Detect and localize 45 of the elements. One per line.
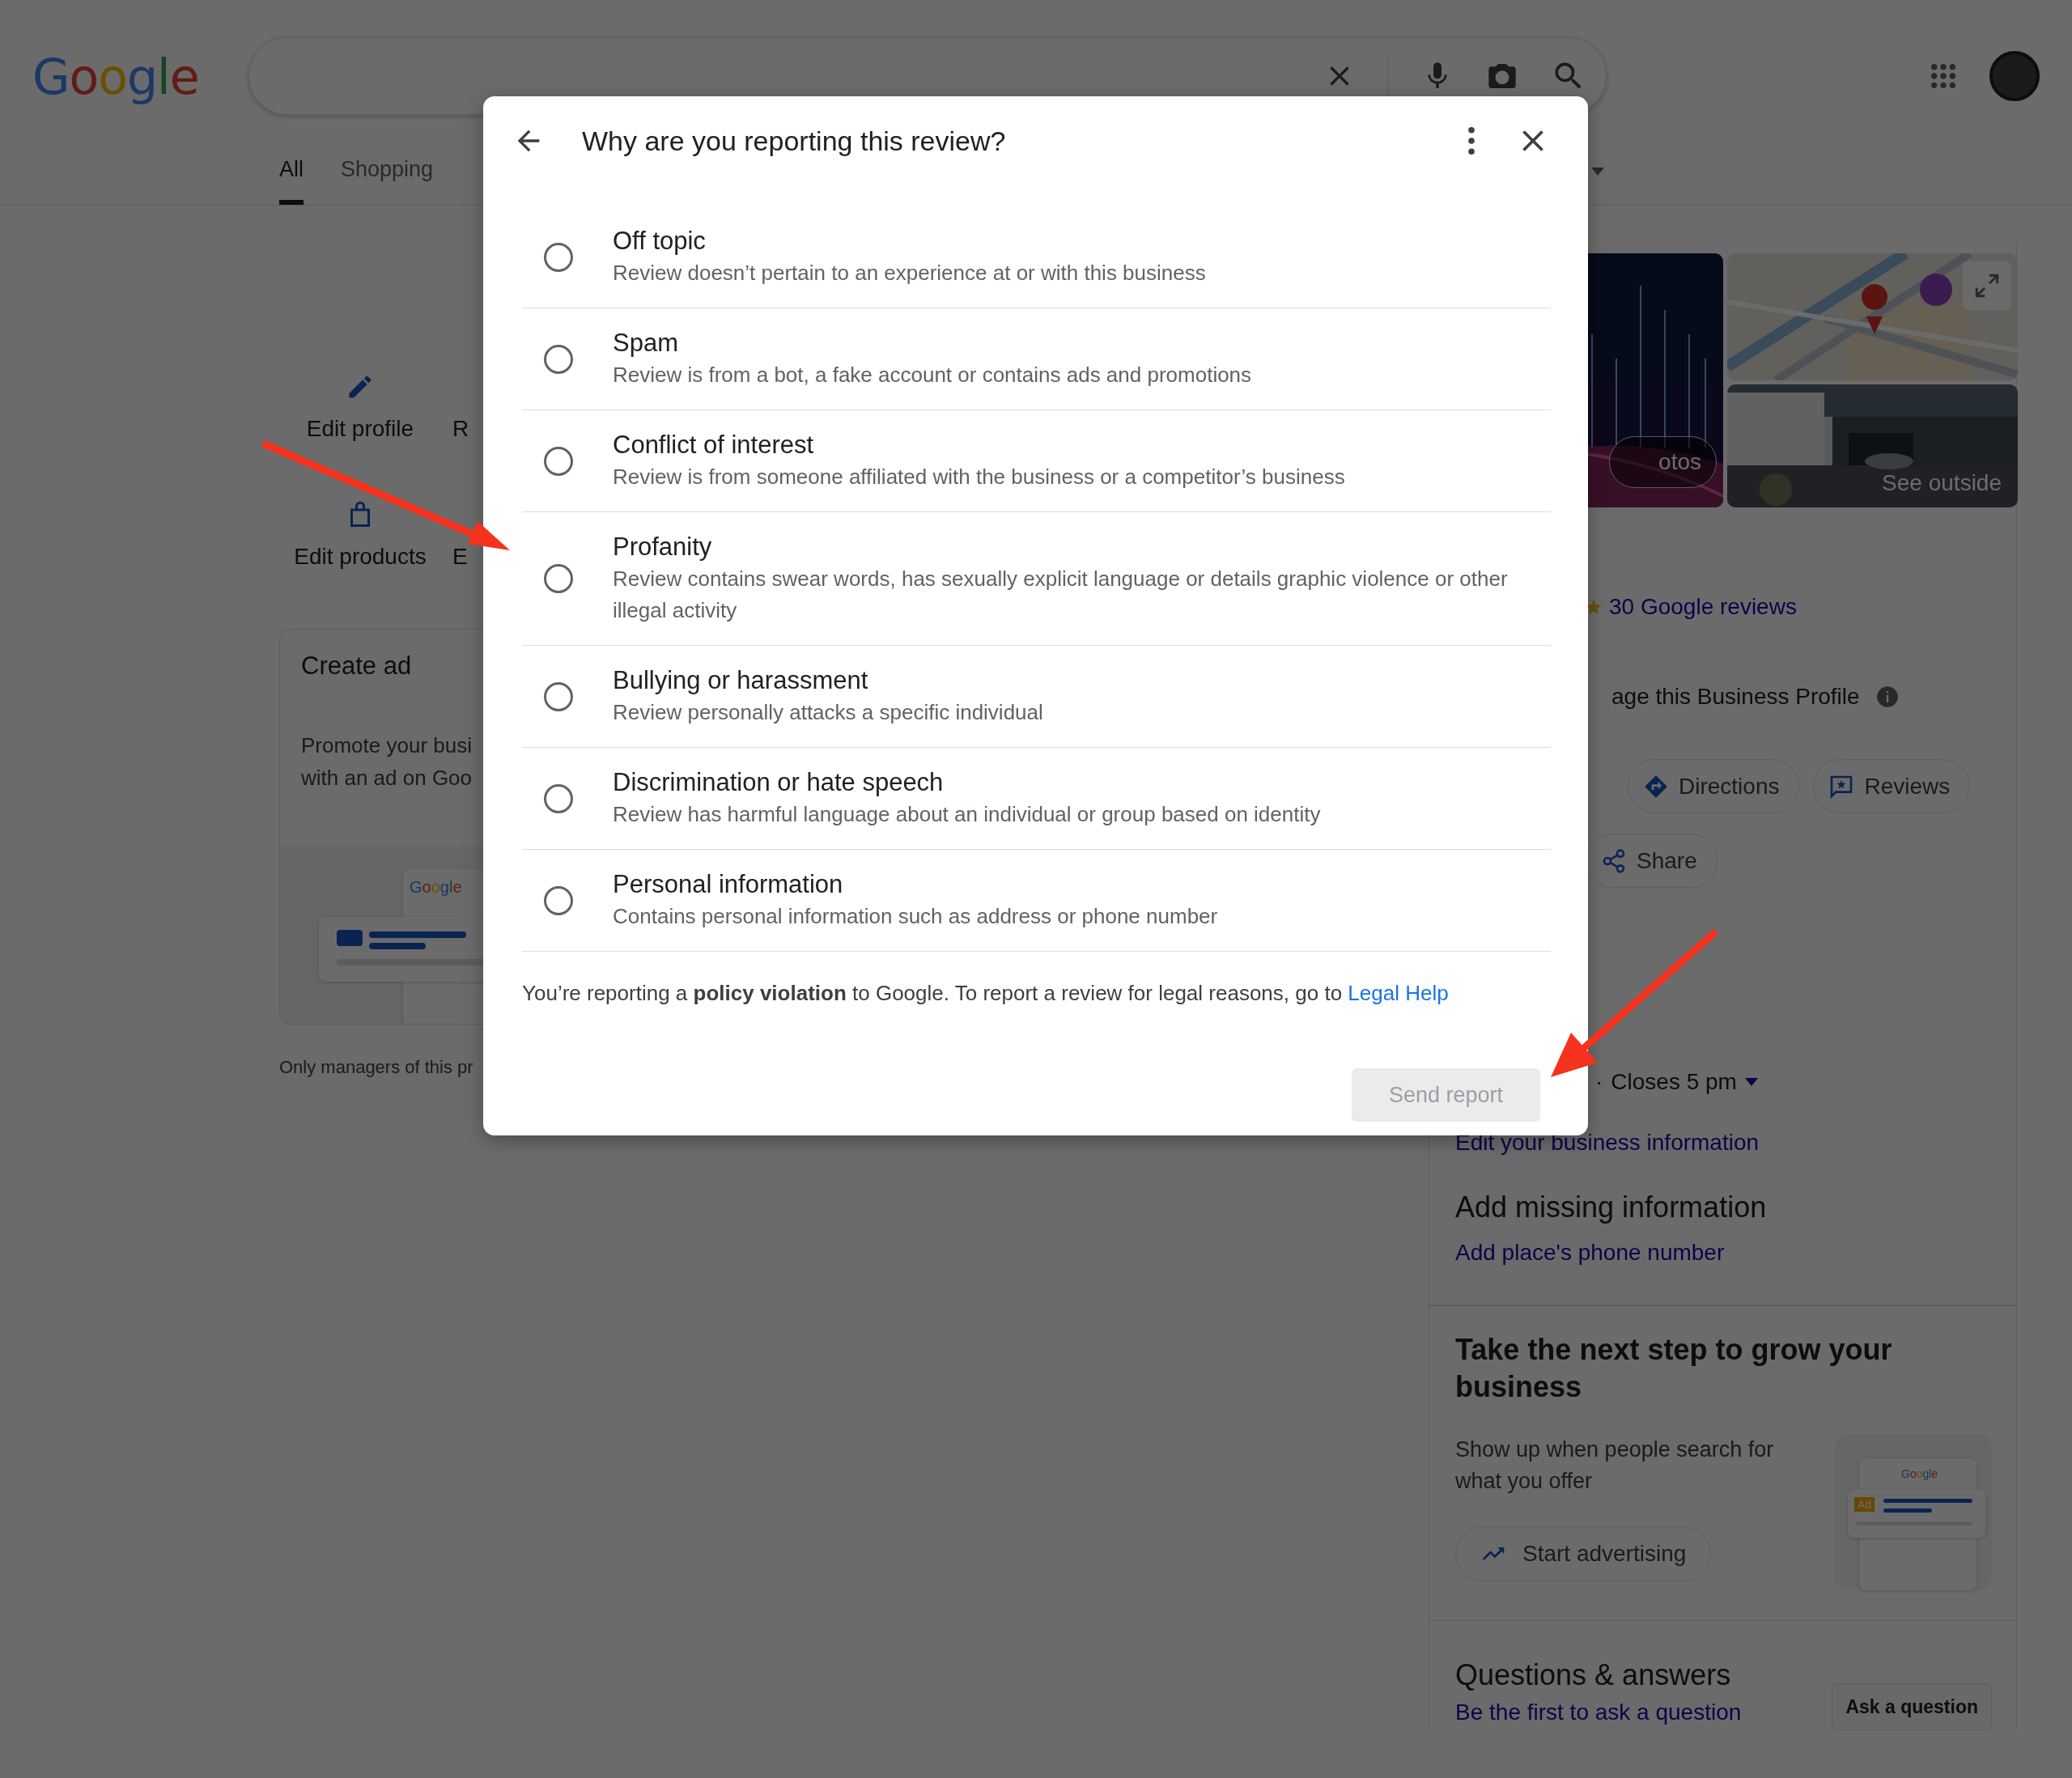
ask-first-link[interactable]: Be the first to ask a question [1455,1698,1742,1727]
option-description: Review personally attacks a specific individual [613,699,1043,726]
reviews-link[interactable]: 30 Google reviews [1609,592,1797,622]
legal-help-link[interactable]: Legal Help [1348,981,1449,1005]
option-title[interactable]: Personal information [613,868,1218,901]
manage-profile-text: age this Business Profile [1611,683,1860,711]
option-description: Contains personal information such as address or phone number [613,903,1218,930]
section-heading: Take the next step to grow your business [1455,1332,1892,1403]
option-title[interactable]: Off topic [613,225,1206,257]
separator-dot: · [1595,1068,1603,1096]
promo-text: Show up when people search for what you offer [1455,1436,1775,1495]
start-advertising-button[interactable]: Start advertising [1455,1526,1712,1581]
card-text: Promote your busi [301,732,472,759]
action-chip[interactable]: Directions [1628,759,1800,813]
action-label[interactable]: Edit profile [306,414,414,443]
option-title[interactable]: Spam [613,327,1252,359]
action-label[interactable]: R [452,414,469,443]
action-label[interactable]: E [452,542,468,571]
card-title: Create ad [301,651,412,681]
google-logo: Google [32,48,199,105]
section-heading: Add missing information [1455,1190,1767,1224]
option-title[interactable]: Profanity [613,531,1551,563]
option-description: Review is from someone affiliated with the business or a competitor’s business [613,464,1345,490]
policy-note: You’re reporting a policy violation to Google. To report a review for legal reasons, go to Legal Help [522,980,1450,1007]
managers-note: Only managers of this pr [279,1056,473,1079]
option-description: Review has harmful language about an individual or group based on identity [613,801,1321,828]
dialog-title: Why are you reporting this review? [582,125,1006,157]
preview-logo: Google [410,878,462,896]
option-description: Review doesn’t pertain to an experience at or with this business [613,260,1206,286]
option-title[interactable]: Discrimination or hate speech [613,766,1321,799]
hours-dropdown[interactable]: Closes 5 pm [1611,1067,1737,1097]
card-text: with an ad on Goo [301,765,473,791]
search-tab[interactable]: All [279,157,304,205]
option-title[interactable]: Bullying or harassment [613,664,1043,697]
action-label[interactable]: Edit products [294,542,427,571]
search-tab[interactable]: Shopping [341,157,434,205]
option-description: Review is from a bot, a fake account or contains ads and promotions [613,362,1252,388]
add-phone-link[interactable]: Add place's phone number [1455,1238,1725,1267]
action-chip[interactable]: Reviews [1813,759,1971,813]
ask-question-button[interactable]: Ask a question [1832,1683,1992,1730]
preview-logo: Google [1901,1466,1938,1480]
section-heading: Questions & answers [1455,1658,1731,1691]
share-chip[interactable]: Share [1586,834,1717,888]
option-description: Review contains swear words, has sexually explicit language or details graphic violence or other illegal activity [613,566,1509,624]
option-title[interactable]: Conflict of interest [613,429,1345,461]
